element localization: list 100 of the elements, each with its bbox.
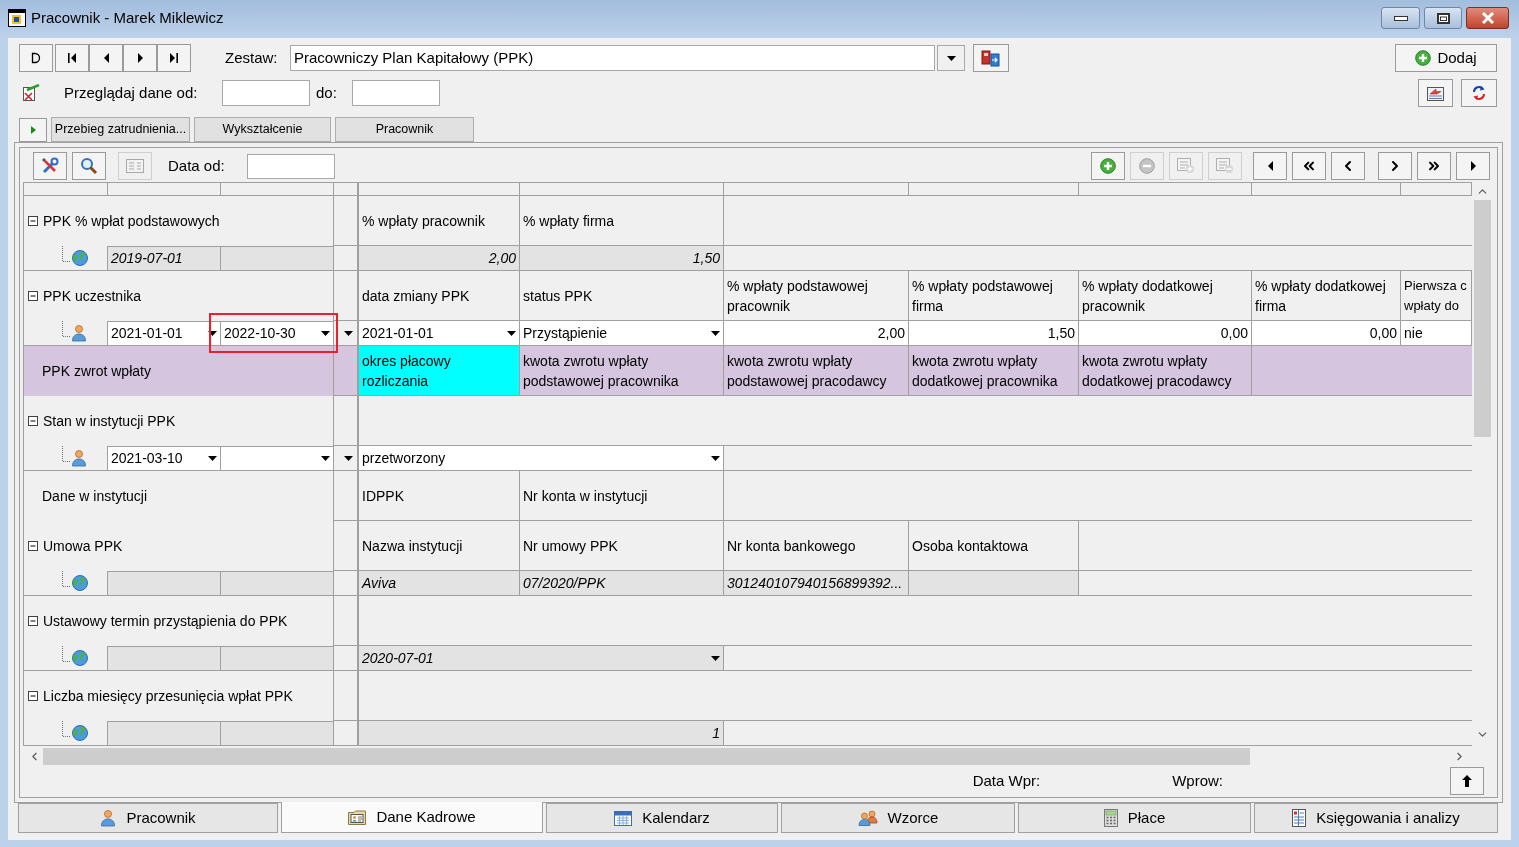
- previous-button[interactable]: [89, 44, 123, 72]
- column-header: Nazwa instytucji: [359, 521, 520, 570]
- dropdown-field[interactable]: przetworzony: [359, 446, 724, 470]
- calendar-icon: [614, 810, 633, 826]
- bottom-tab[interactable]: Wzorce: [781, 803, 1015, 833]
- plus-circle-icon: [1100, 158, 1116, 174]
- caret-down-icon: [507, 330, 516, 336]
- scroll-top-button[interactable]: [1450, 767, 1484, 795]
- last-button[interactable]: [157, 44, 191, 72]
- table-cell: 1,50: [909, 321, 1079, 345]
- dropdown-button[interactable]: [937, 45, 965, 71]
- column-header: % wpłaty pracownik: [359, 196, 520, 245]
- column-header: % wpłaty firma: [520, 196, 724, 245]
- group-label: Umowa PPK: [43, 536, 123, 556]
- app-icon: [8, 9, 26, 27]
- maximize-button[interactable]: [1424, 7, 1462, 29]
- table-cell: nie: [1401, 321, 1472, 345]
- person-icon: [100, 809, 117, 827]
- date-to-field[interactable]: [352, 80, 440, 106]
- triangle-right-icon: [137, 53, 143, 63]
- expand-button[interactable]: [19, 118, 47, 142]
- refresh-icon: [1470, 84, 1488, 102]
- group-label: PPK zwrot wpłaty: [42, 361, 151, 381]
- minimize-icon: [1393, 15, 1408, 21]
- triangle-right-icon: [30, 126, 36, 134]
- dropdown-field[interactable]: 2020-07-01: [359, 646, 724, 670]
- next-button[interactable]: [123, 44, 157, 72]
- table-cell: 301240107940156899392...: [724, 571, 909, 595]
- report-button[interactable]: [1418, 79, 1453, 107]
- minimize-button[interactable]: [1381, 7, 1420, 29]
- back-button[interactable]: [1331, 152, 1365, 180]
- person-icon: [71, 324, 87, 342]
- table-cell: 0,00: [1252, 321, 1401, 345]
- search-button[interactable]: [72, 152, 106, 180]
- navigation-button[interactable]: [19, 44, 53, 72]
- list-add-icon: [1177, 158, 1195, 174]
- fast-back-button[interactable]: [1292, 152, 1326, 180]
- group-label: PPK uczestnika: [43, 286, 142, 306]
- arrow-up-icon: [1462, 775, 1472, 787]
- set-combo-field[interactable]: Pracowniczy Plan Kapitałowy (PPK): [290, 45, 935, 71]
- scrollbar-thumb[interactable]: [1473, 200, 1491, 437]
- column-header: Osoba kontaktowa: [909, 521, 1079, 570]
- column-header: % wpłaty podstawowej firma: [909, 271, 1079, 320]
- column-header: okres płacowy rozliczania: [359, 346, 520, 395]
- column-header: kwota zwrotu wpłaty dodatkowej pracownika: [909, 346, 1079, 395]
- bottom-tab[interactable]: Płace: [1018, 803, 1251, 833]
- column-header: Nr umowy PPK: [520, 521, 724, 570]
- window-title: Pracownik - Marek Miklewicz: [31, 7, 224, 28]
- table-cell: 1: [359, 721, 724, 745]
- date-dropdown[interactable]: 2021-01-01: [107, 321, 220, 345]
- column-header: Nr konta w instytucji: [520, 471, 724, 520]
- triangle-left-icon: [1267, 161, 1273, 171]
- fast-forward-button[interactable]: [1417, 152, 1451, 180]
- edit-icon: [22, 84, 40, 102]
- minus-box-icon[interactable]: [28, 616, 38, 626]
- scrollbar-thumb[interactable]: [43, 747, 1250, 765]
- minus-box-icon[interactable]: [28, 216, 38, 226]
- view-from-label: Przeglądaj dane od:: [64, 82, 198, 103]
- close-button[interactable]: [1466, 7, 1509, 29]
- skip-back-icon: [68, 53, 76, 63]
- dropdown-field[interactable]: 2021-01-01: [359, 321, 520, 345]
- minus-box-icon[interactable]: [28, 416, 38, 426]
- column-header: % wpłaty dodatkowej pracownik: [1079, 271, 1252, 320]
- column-header: Nr konta bankowego: [724, 521, 909, 570]
- date-from-field[interactable]: [247, 153, 335, 179]
- minus-box-icon[interactable]: [28, 541, 38, 551]
- caret-down-icon: [208, 331, 217, 336]
- globe-icon: [71, 249, 89, 267]
- calculator-icon: [1103, 809, 1118, 827]
- forward-button[interactable]: [1378, 152, 1412, 180]
- group-label: PPK % wpłat podstawowych: [43, 211, 220, 231]
- date-dropdown[interactable]: 2021-03-10: [107, 446, 220, 470]
- table-cell: 0,00: [1079, 321, 1252, 345]
- column-header: kwota zwrotu wpłaty dodatkowej pracodawcy: [1079, 346, 1252, 395]
- first-page-button[interactable]: [1253, 152, 1287, 180]
- bottom-tab[interactable]: Pracownik: [18, 803, 278, 833]
- documents-button[interactable]: [973, 44, 1009, 72]
- tab[interactable]: Wykształcenie: [194, 117, 331, 142]
- minus-box-icon[interactable]: [28, 291, 38, 301]
- add-record-button[interactable]: [1091, 152, 1125, 180]
- entry-date-label: Data Wpr:: [972, 770, 1041, 791]
- bottom-tab[interactable]: Kalendarz: [546, 803, 778, 833]
- first-button[interactable]: [55, 44, 89, 72]
- bottom-tab[interactable]: Księgowania i analizy: [1254, 803, 1498, 833]
- refresh-button[interactable]: [1461, 79, 1497, 107]
- dropdown-field[interactable]: Przystąpienie: [520, 321, 724, 345]
- maximize-icon: [1436, 12, 1450, 24]
- tab[interactable]: Przebieg zatrudnienia...: [51, 117, 190, 142]
- skip-forward-icon: [170, 53, 178, 63]
- table-cell: 1,50: [520, 246, 724, 270]
- bottom-tab[interactable]: Dane Kadrowe: [281, 802, 543, 833]
- last-page-button[interactable]: [1456, 152, 1490, 180]
- tools-button[interactable]: [33, 152, 67, 180]
- list-remove-icon: [1216, 158, 1234, 174]
- tab[interactable]: Pracownik: [335, 117, 474, 142]
- globe-icon: [71, 649, 89, 667]
- minus-box-icon[interactable]: [28, 691, 38, 701]
- column-header: % wpłaty dodatkowej firma: [1252, 271, 1401, 320]
- date-from-field[interactable]: [222, 80, 310, 106]
- add-button[interactable]: Dodaj: [1395, 44, 1497, 72]
